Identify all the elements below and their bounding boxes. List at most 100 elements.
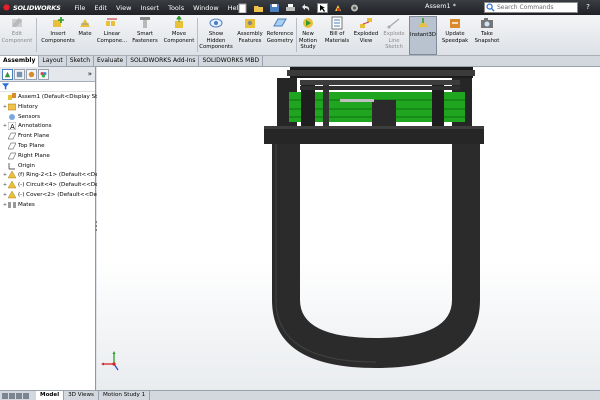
- assembly-features-button[interactable]: Assembly Features: [236, 16, 264, 55]
- plane-icon: [8, 142, 16, 150]
- options-icon[interactable]: [348, 2, 361, 13]
- bottom-tab-model[interactable]: Model: [36, 390, 65, 400]
- print-icon[interactable]: [284, 2, 297, 13]
- edit-component-button[interactable]: Edit Component: [0, 16, 34, 55]
- bottom-tab-motion-study-1[interactable]: Motion Study 1: [99, 390, 151, 400]
- menu-tools[interactable]: Tools: [164, 4, 189, 12]
- instant3d-label: Instant3D: [410, 32, 436, 38]
- tree-node[interactable]: + Mates: [2, 200, 35, 210]
- bill-of-materials-label: Bill of Materials: [324, 31, 350, 44]
- tree-node-label: (f) Ring-2<1> (Default<<De: [18, 172, 99, 179]
- mate-icon: [80, 19, 90, 27]
- tree-filter[interactable]: [0, 82, 95, 92]
- tab-solidworks-mbd[interactable]: SOLIDWORKS MBD: [199, 56, 264, 67]
- feature-manager-panel: » Assem1 (Default<Display State + History S…: [0, 67, 106, 390]
- tree-node[interactable]: Top Plane: [2, 141, 45, 151]
- save-icon[interactable]: [268, 2, 281, 13]
- property-manager-tab-icon[interactable]: [14, 68, 25, 80]
- tree-node[interactable]: Origin: [2, 161, 35, 171]
- menu-view[interactable]: View: [111, 4, 135, 12]
- tab-solidworks-add-ins[interactable]: SOLIDWORKS Add-Ins: [127, 56, 200, 67]
- graphics-area[interactable]: [97, 64, 600, 390]
- bill-of-materials-button[interactable]: Bill of Materials: [322, 16, 352, 55]
- linear-component-button[interactable]: Linear Compone...: [96, 16, 128, 55]
- linear-component-label: Linear Compone...: [96, 31, 128, 44]
- feature-manager-tab-icon[interactable]: [2, 68, 13, 80]
- move-component-label: Move Component: [163, 31, 195, 44]
- exploded-view-button[interactable]: Exploded View: [352, 16, 380, 55]
- menu-window[interactable]: Window: [189, 4, 224, 12]
- assembly-features-icon: [245, 19, 255, 28]
- show-hidden-icon: [209, 18, 223, 28]
- search-input[interactable]: Search Commands: [497, 4, 553, 11]
- tree-node[interactable]: Assem1 (Default<Display State: [2, 92, 106, 102]
- reference-geometry-label: Reference Geometry: [266, 31, 294, 44]
- help-button[interactable]: ?: [582, 2, 594, 13]
- tree-node-label: Annotations: [18, 123, 52, 130]
- toolbar-separator: [197, 18, 198, 52]
- assembly-features-label: Assembly Features: [237, 31, 263, 44]
- menu-edit[interactable]: Edit: [90, 4, 112, 12]
- tree-node-label: Assem1 (Default<Display State: [18, 94, 107, 100]
- show-hidden-button[interactable]: Show Hidden Components: [199, 16, 233, 55]
- tab-scroll-arrows[interactable]: [0, 391, 36, 400]
- take-snapshot-label: Take Snapshot: [474, 31, 500, 44]
- open-icon[interactable]: [252, 2, 265, 13]
- tree-node-label: Mates: [18, 201, 35, 208]
- mate-button[interactable]: Mate: [77, 16, 93, 55]
- tree-node[interactable]: + (-) Cover<2> (Default<<De: [2, 190, 97, 200]
- tree-node[interactable]: + History: [2, 102, 38, 112]
- bottom-tabs: Model 3D Views Motion Study 1: [0, 390, 600, 400]
- rebuild-icon[interactable]: [332, 2, 345, 13]
- menu-file[interactable]: File: [70, 4, 90, 12]
- tab-layout[interactable]: Layout: [39, 56, 67, 67]
- take-snapshot-button[interactable]: Take Snapshot: [471, 16, 503, 55]
- tree-node-label: Origin: [18, 162, 35, 169]
- tab-evaluate[interactable]: Evaluate: [94, 56, 128, 67]
- display-manager-tab-icon[interactable]: [38, 68, 49, 80]
- tree-node[interactable]: + (-) Circuit<4> (Default<<De: [2, 180, 99, 190]
- tree-node[interactable]: + (f) Ring-2<1> (Default<<De: [2, 170, 99, 180]
- tree-node[interactable]: Sensors: [2, 112, 40, 122]
- instant3d-button[interactable]: Instant3D: [409, 16, 437, 55]
- tree-node[interactable]: Right Plane: [2, 151, 50, 161]
- tab-assembly[interactable]: Assembly: [0, 56, 40, 67]
- new-icon[interactable]: [236, 2, 249, 13]
- explode-line-sketch-label: Explode Line Sketch: [383, 31, 405, 50]
- svg-text:A: A: [10, 123, 15, 130]
- move-component-button[interactable]: Move Component: [163, 16, 195, 55]
- mates-icon: [8, 201, 16, 208]
- tree-node[interactable]: Front Plane: [2, 131, 49, 141]
- select-icon[interactable]: [316, 2, 329, 13]
- assembly-model[interactable]: [97, 64, 600, 390]
- history-icon: [8, 103, 16, 111]
- panel-expand-chevron-icon[interactable]: »: [88, 70, 92, 78]
- insert-components-button[interactable]: Insert Components: [40, 16, 76, 55]
- smart-fasteners-label: Smart Fasteners: [132, 31, 158, 44]
- reference-geometry-button[interactable]: Reference Geometry: [266, 16, 294, 55]
- tree-node[interactable]: + A Annotations: [2, 121, 52, 131]
- part-icon: [8, 181, 16, 189]
- tree-node-label: Sensors: [18, 113, 41, 120]
- document-title: Assem1 *: [425, 2, 457, 10]
- menu-insert[interactable]: Insert: [136, 4, 164, 12]
- update-speedpak-button[interactable]: Update Speedpak: [440, 16, 470, 55]
- plane-icon: [8, 132, 16, 140]
- toolbar-separator: [296, 18, 297, 52]
- bottom-tab-3d-views[interactable]: 3D Views: [64, 390, 99, 400]
- sensors-icon: [9, 113, 15, 120]
- panel-tabs: »: [0, 67, 95, 82]
- smart-fasteners-button[interactable]: Smart Fasteners: [131, 16, 159, 55]
- update-speedpak-label: Update Speedpak: [441, 31, 469, 44]
- exploded-view-label: Exploded View: [353, 31, 379, 44]
- ring-loop: [272, 144, 480, 368]
- configuration-manager-tab-icon[interactable]: [26, 68, 37, 80]
- edit-component-icon: [12, 18, 22, 27]
- search-box[interactable]: Search Commands: [484, 2, 578, 13]
- insert-components-label: Insert Components: [41, 31, 75, 44]
- quick-access-toolbar: [236, 1, 361, 14]
- undo-icon[interactable]: [300, 2, 313, 13]
- explode-line-sketch-button[interactable]: Explode Line Sketch: [383, 16, 405, 55]
- tab-sketch[interactable]: Sketch: [67, 56, 94, 67]
- new-motion-study-button[interactable]: New Motion Study: [298, 16, 318, 55]
